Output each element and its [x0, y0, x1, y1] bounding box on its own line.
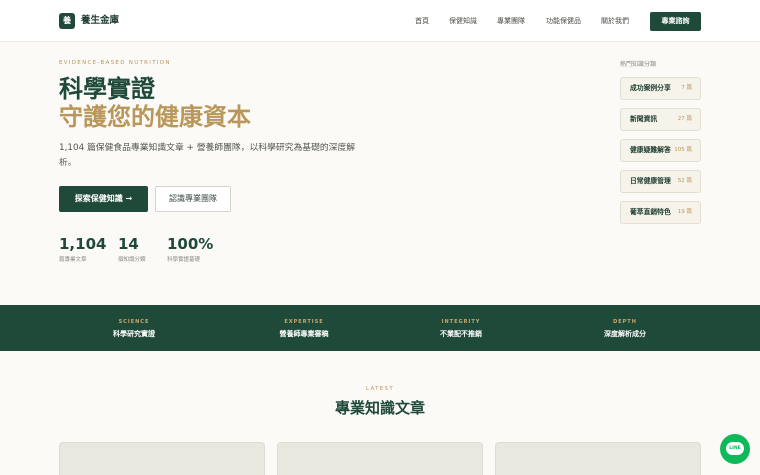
hero-eyebrow: EVIDENCE-BASED NUTRITION	[59, 60, 171, 66]
pillar-zh-label: 不業配不推銷	[440, 330, 482, 338]
category-health-qa[interactable]: 健康疑難解答 105 篇	[620, 139, 701, 162]
hero-title-line2: 守護您的健康資本	[59, 103, 251, 131]
category-daily-health[interactable]: 日常健康管理 52 篇	[620, 170, 701, 193]
consult-button[interactable]: 專業諮詢	[650, 12, 701, 31]
category-count: 7 篇	[681, 85, 692, 91]
category-name: 健康疑難解答	[630, 146, 671, 154]
line-chat-icon: LINE	[726, 442, 744, 455]
article-card[interactable]	[277, 442, 483, 475]
pillar-en-label: SCIENCE	[118, 319, 150, 325]
logo-icon[interactable]: 養	[59, 13, 75, 29]
nav-link-home[interactable]: 首頁	[415, 15, 429, 27]
category-name: 日常健康管理	[630, 177, 671, 185]
stat-categories-value: 14	[118, 235, 139, 253]
stat-evidence-label: 科學實證基礎	[167, 257, 201, 263]
meet-team-button[interactable]: 認識專業團隊	[155, 186, 231, 212]
category-news[interactable]: 新聞資訊 27 篇	[620, 108, 701, 131]
category-count: 52 篇	[677, 178, 692, 184]
stat-articles-value: 1,104	[59, 235, 107, 253]
nav-link-about[interactable]: 關於我們	[601, 15, 629, 27]
pillar-en-label: INTEGRITY	[441, 319, 481, 325]
value-pillars-band: SCIENCE 科學研究實證 EXPERTISE 營養師專業審稿 INTEGRI…	[0, 305, 760, 351]
explore-knowledge-button[interactable]: 探索保健知識 →	[59, 186, 148, 212]
nav-link-products[interactable]: 功能保健品	[546, 15, 581, 27]
pillar-en-label: DEPTH	[613, 319, 637, 325]
stat-articles-label: 篇專業文章	[59, 257, 87, 263]
stat-evidence-value: 100%	[167, 235, 214, 253]
category-direct-sales[interactable]: 葡萃直銷特色 19 篇	[620, 201, 701, 224]
article-card[interactable]	[59, 442, 265, 475]
latest-section-title: 專業知識文章	[334, 399, 425, 417]
category-name: 葡萃直銷特色	[630, 208, 671, 216]
top-nav: 養 養生金庫 首頁 保健知識 專業團隊 功能保健品 關於我們 專業諮詢	[0, 0, 760, 42]
category-name: 成功案例分享	[630, 84, 671, 92]
nav-link-health-knowledge[interactable]: 保健知識	[449, 15, 477, 27]
hero-title-line1: 科學實證	[59, 75, 155, 103]
category-count: 19 篇	[677, 209, 692, 215]
category-count: 105 篇	[674, 147, 692, 153]
brand-name[interactable]: 養生金庫	[81, 13, 119, 29]
hero-lead: 1,104 篇保健食品專業知識文章 + 營養師團隊，以科學研究為基礎的深度解析。	[59, 143, 356, 168]
category-name: 新聞資訊	[630, 115, 658, 123]
line-chat-button[interactable]: LINE	[720, 434, 750, 464]
category-count: 27 篇	[677, 116, 692, 122]
pillar-zh-label: 科學研究實證	[113, 330, 155, 338]
pillar-zh-label: 深度解析成分	[604, 330, 646, 338]
article-card[interactable]	[495, 442, 701, 475]
popular-categories-title: 熱門知識分類	[620, 61, 657, 68]
stat-categories-label: 個知識分類	[118, 257, 146, 263]
category-success-stories[interactable]: 成功案例分享 7 篇	[620, 77, 701, 100]
latest-eyebrow: LATEST	[365, 386, 394, 392]
nav-link-team[interactable]: 專業團隊	[497, 15, 525, 27]
